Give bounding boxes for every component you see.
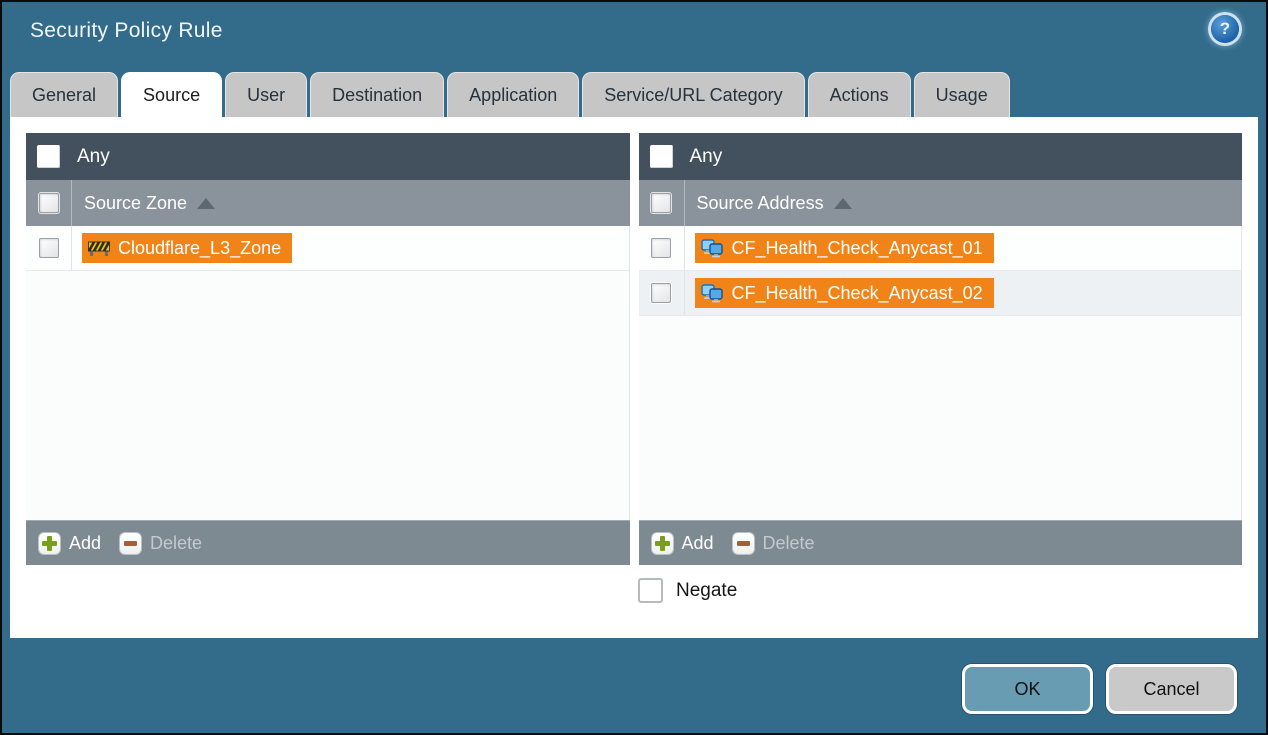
source-zone-any-checkbox[interactable] [37,145,60,168]
tab-bar: General Source User Destination Applicat… [2,66,1266,117]
address-chip[interactable]: CF_Health_Check_Anycast_02 [695,278,994,308]
row-checkbox[interactable] [651,238,671,258]
source-zone-select-all-checkbox[interactable] [39,193,59,213]
address-label: CF_Health_Check_Anycast_02 [732,283,983,304]
delete-icon [732,532,755,555]
row-checkbox-cell [639,271,685,315]
zone-icon [88,239,110,257]
source-address-panel: Any Source Address [639,133,1243,565]
row-checkbox-cell [639,226,685,270]
add-icon [651,532,674,555]
source-address-list: CF_Health_Check_Anycast_01 [639,226,1243,520]
sort-ascending-icon [834,198,852,209]
tab-general[interactable]: General [10,72,118,117]
source-address-any-checkbox[interactable] [650,145,673,168]
source-zone-delete-button[interactable]: Delete [119,532,202,555]
zone-label: Cloudflare_L3_Zone [118,238,281,259]
source-zone-list: Cloudflare_L3_Zone [26,226,630,520]
dialog-title: Security Policy Rule [30,19,1266,43]
help-icon[interactable]: ? [1211,15,1239,43]
address-chip[interactable]: CF_Health_Check_Anycast_01 [695,233,994,263]
table-row[interactable]: CF_Health_Check_Anycast_02 [639,271,1242,316]
ok-button[interactable]: OK [962,664,1093,714]
tab-destination[interactable]: Destination [310,72,444,117]
negate-row: Negate [638,578,1242,603]
source-address-delete-button[interactable]: Delete [732,532,815,555]
table-row[interactable]: Cloudflare_L3_Zone [26,226,629,271]
source-address-any-label: Any [690,146,723,168]
dialog-titlebar: Security Policy Rule ? [2,2,1266,66]
source-zone-any-label: Any [77,146,110,168]
address-icon [701,284,724,303]
cancel-button[interactable]: Cancel [1106,664,1237,714]
add-icon [38,532,61,555]
source-zone-panel: Any Source Zone [26,133,630,565]
source-zone-select-all-cell [26,180,72,226]
tab-application[interactable]: Application [447,72,579,117]
panels-container: Any Source Zone [26,133,1242,565]
source-address-footer: Add Delete [639,520,1243,565]
source-zone-column-header[interactable]: Source Zone [26,180,630,226]
negate-label: Negate [676,580,737,602]
table-row[interactable]: CF_Health_Check_Anycast_01 [639,226,1242,271]
row-checkbox[interactable] [39,238,59,258]
address-icon [701,239,724,258]
source-address-add-button[interactable]: Add [651,532,714,555]
tab-actions[interactable]: Actions [808,72,911,117]
row-checkbox[interactable] [651,283,671,303]
source-address-select-all-cell [639,180,685,226]
security-policy-rule-dialog: Security Policy Rule ? General Source Us… [0,0,1268,735]
source-address-column-label: Source Address [697,193,824,214]
dialog-action-bar: OK Cancel [2,638,1266,734]
tab-user[interactable]: User [225,72,307,117]
tab-service-url-category[interactable]: Service/URL Category [582,72,804,117]
source-zone-column-label: Source Zone [84,193,187,214]
zone-chip[interactable]: Cloudflare_L3_Zone [82,233,292,263]
sort-ascending-icon [197,198,215,209]
source-zone-footer: Add Delete [26,520,630,565]
address-label: CF_Health_Check_Anycast_01 [732,238,983,259]
source-address-any-header: Any [639,133,1243,180]
row-checkbox-cell [26,226,72,270]
negate-checkbox[interactable] [638,578,663,603]
source-address-select-all-checkbox[interactable] [651,193,671,213]
tab-source[interactable]: Source [121,72,222,117]
source-tab-content: Any Source Zone [10,117,1258,638]
source-zone-add-button[interactable]: Add [38,532,101,555]
delete-icon [119,532,142,555]
tab-usage[interactable]: Usage [914,72,1010,117]
source-zone-any-header: Any [26,133,630,180]
source-address-column-header[interactable]: Source Address [639,180,1243,226]
